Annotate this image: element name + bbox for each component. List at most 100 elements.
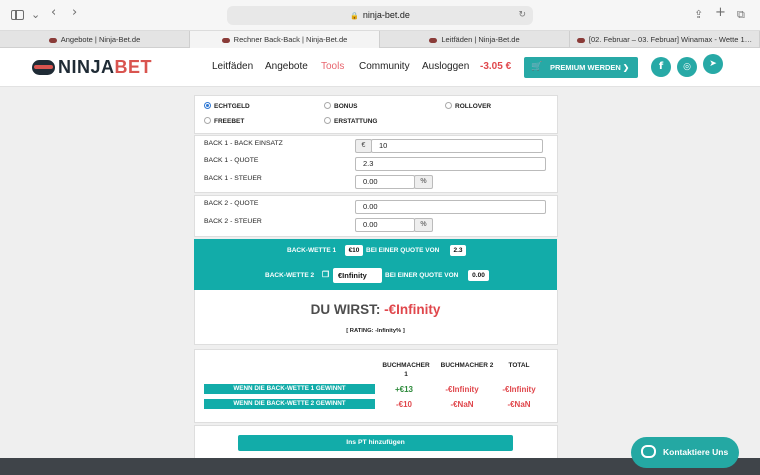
back1-tax-label: BACK 1 - STEUER — [204, 175, 262, 182]
radio-dot — [204, 102, 211, 109]
row-label-wette2: WENN DIE BACK-WETTE 2 GEWINNT — [204, 399, 375, 409]
tab-label: Leitfäden | Ninja-Bet.de — [441, 35, 520, 44]
nav-angebote[interactable]: Angebote — [265, 61, 308, 72]
summary-line2-odds: 0.00 — [468, 270, 489, 281]
back2-tax-input[interactable]: 0.00 — [355, 218, 415, 232]
facebook-icon[interactable]: f — [651, 57, 671, 77]
result-prefix: DU WIRST: — [310, 302, 381, 317]
favicon-icon — [48, 37, 57, 43]
radio-label: BONUS — [334, 103, 358, 110]
add-pt-button[interactable]: Ins PT hinzufügen — [238, 435, 513, 451]
radio-erstattung[interactable]: ERSTATTUNG — [324, 117, 377, 126]
chat-bubble-icon — [641, 445, 656, 458]
nav-leitfaeden[interactable]: Leitfäden — [212, 61, 253, 72]
radio-label: FREEBET — [214, 118, 245, 125]
premium-button[interactable]: 🛒 PREMIUM WERDEN ❯ — [524, 57, 638, 78]
summary-line2-mid: BEI EINER QUOTE VON — [385, 272, 459, 279]
url-text: ninja-bet.de — [362, 10, 410, 20]
result-panel — [194, 290, 558, 345]
back1-odds-label: BACK 1 - QUOTE — [204, 157, 259, 164]
radio-dot — [324, 102, 331, 109]
nav-tools[interactable]: Tools — [321, 61, 344, 72]
radio-label: ROLLOVER — [455, 103, 492, 110]
percent-addon: % — [414, 175, 433, 189]
cell-total-wette1: -€Infinity — [502, 385, 536, 394]
logo-text: NINJABET — [58, 57, 152, 78]
contact-button[interactable]: Kontaktiere Uns — [631, 437, 739, 468]
currency-addon: € — [355, 139, 372, 153]
favicon-icon — [429, 37, 438, 43]
new-tab-icon[interactable]: + — [715, 6, 726, 20]
nav-ausloggen[interactable]: Ausloggen — [422, 61, 469, 72]
back2-tax-label: BACK 2 - STEUER — [204, 218, 262, 225]
back1-odds-input[interactable]: 2.3 — [355, 157, 546, 171]
nav-community[interactable]: Community — [359, 61, 410, 72]
radio-dot — [324, 117, 331, 124]
back1-stake-input[interactable]: 10 — [371, 139, 543, 153]
radio-bonus[interactable]: BONUS — [324, 102, 357, 111]
summary-line1-mid: BEI EINER QUOTE VON — [366, 247, 440, 254]
radio-rollover[interactable]: ROLLOVER — [445, 102, 491, 111]
forward-icon[interactable]: › — [72, 6, 77, 20]
tab-leitfaeden[interactable]: Leitfäden | Ninja-Bet.de — [380, 31, 570, 48]
tab-winamax[interactable]: [02. Februar – 03. Februar] Winamax - We… — [570, 31, 760, 48]
cell-bm2-wette2: -€NaN — [450, 400, 474, 409]
instagram-icon[interactable]: ◎ — [677, 57, 697, 77]
back1-tax-input[interactable]: 0.00 — [355, 175, 415, 189]
logo-ninja: NINJA — [58, 57, 115, 77]
radio-dot — [204, 117, 211, 124]
cell-bm2-wette1: -€Infinity — [445, 385, 479, 394]
back2-odds-label: BACK 2 - QUOTE — [204, 200, 259, 207]
ninja-logo-icon — [32, 60, 55, 75]
sidebar-toggle-icon[interactable] — [11, 10, 24, 20]
site-header: NINJABET Leitfäden Angebote Tools Commun… — [0, 48, 760, 87]
tab-angebote[interactable]: Angebote | Ninja-Bet.de — [0, 31, 190, 48]
favicon-icon — [576, 37, 585, 43]
summary-line1-prefix: BACK-WETTE 1 — [287, 247, 337, 254]
tab-label: Angebote | Ninja-Bet.de — [60, 35, 141, 44]
summary-line1-odds: 2.3 — [450, 245, 466, 256]
radio-dot — [445, 102, 452, 109]
header-buchmacher-1: BUCHMACHER 1 — [382, 362, 430, 378]
copy-icon[interactable]: ❐ — [322, 270, 329, 279]
cell-total-wette2: -€NaN — [507, 400, 531, 409]
cart-icon: 🛒 — [531, 62, 543, 72]
share-icon[interactable]: ⇪ — [694, 8, 703, 22]
summary-line1-stake: €10 — [345, 245, 363, 256]
back-icon[interactable]: ‹ — [51, 6, 56, 20]
tab-rechner[interactable]: Rechner Back-Back | Ninja-Bet.de — [190, 31, 380, 48]
reload-icon[interactable]: ↻ — [518, 6, 526, 25]
row-label-wette1: WENN DIE BACK-WETTE 1 GEWINNT — [204, 384, 375, 394]
rating: [ RATING: -Infinity% ] — [346, 328, 405, 334]
radio-label: ECHTGELD — [214, 103, 250, 110]
tab-bar: Angebote | Ninja-Bet.de Rechner Back-Bac… — [0, 31, 760, 48]
telegram-icon[interactable]: ➤ — [703, 54, 723, 74]
premium-label: PREMIUM WERDEN ❯ — [550, 63, 630, 72]
browser-toolbar: ⌄ ‹ › 🔒 ninja-bet.de ↻ ⇪ + ⧉ — [0, 0, 760, 31]
logo-bet: BET — [114, 57, 153, 77]
radio-freebet[interactable]: FREEBET — [204, 117, 244, 126]
balance: -3.05 € — [480, 61, 512, 72]
address-bar[interactable]: 🔒 ninja-bet.de ↻ — [227, 6, 533, 25]
chevron-down-icon[interactable]: ⌄ — [31, 8, 40, 22]
result-title: DU WIRST: -€Infinity — [194, 302, 557, 317]
back2-odds-input[interactable]: 0.00 — [355, 200, 546, 214]
tab-label: Rechner Back-Back | Ninja-Bet.de — [233, 35, 348, 44]
tab-overview-icon[interactable]: ⧉ — [737, 8, 745, 22]
radio-echtgeld[interactable]: ECHTGELD — [204, 102, 250, 111]
favicon-icon — [221, 37, 230, 43]
summary-line2-stake: €Infinity — [333, 268, 382, 283]
lock-icon: 🔒 — [350, 12, 359, 20]
cell-bm1-wette1: +€13 — [394, 385, 414, 394]
header-buchmacher-2: BUCHMACHER 2 — [440, 362, 494, 369]
summary-line2-prefix: BACK-WETTE 2 — [265, 272, 315, 279]
percent-addon: % — [414, 218, 433, 232]
tab-label: [02. Februar – 03. Februar] Winamax - We… — [588, 35, 753, 44]
mode-panel — [194, 95, 558, 134]
back1-stake-label: BACK 1 - BACK EINSATZ — [204, 140, 283, 147]
header-total: TOTAL — [508, 362, 530, 369]
cell-bm1-wette2: -€10 — [395, 400, 412, 409]
contact-label: Kontaktiere Uns — [663, 447, 729, 457]
radio-label: ERSTATTUNG — [334, 118, 378, 125]
result-value: -€Infinity — [384, 302, 441, 317]
